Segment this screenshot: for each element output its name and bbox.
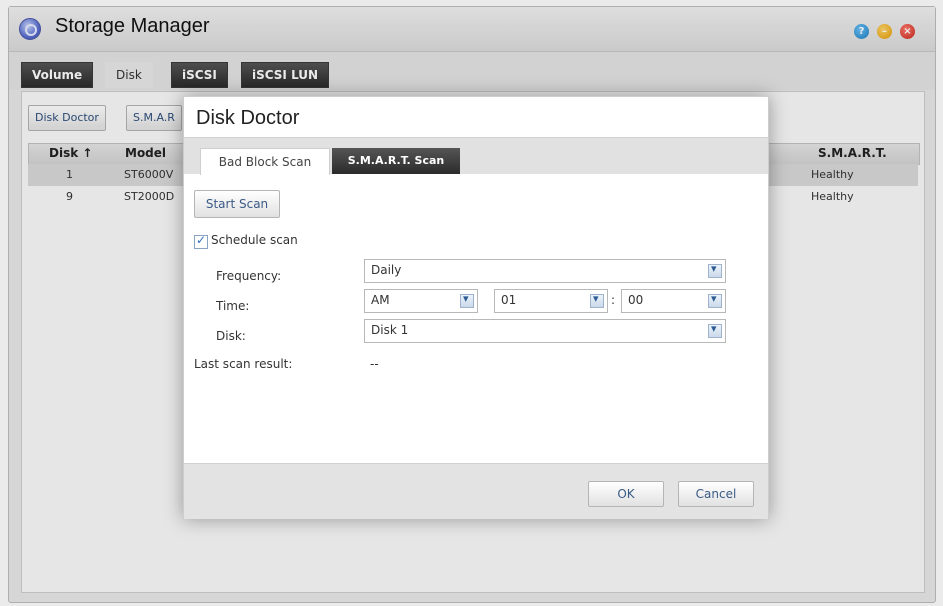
start-scan-button[interactable]: Start Scan — [194, 190, 280, 218]
minute-value: 00 — [628, 293, 644, 307]
chevron-down-icon[interactable] — [708, 292, 722, 308]
time-separator: : — [611, 293, 616, 307]
schedule-scan-label[interactable]: Schedule scan — [211, 233, 298, 247]
hour-value: 01 — [501, 293, 517, 307]
ok-button[interactable]: OK — [588, 481, 664, 507]
disk-value: Disk 1 — [371, 323, 409, 337]
chevron-down-icon[interactable] — [590, 292, 604, 308]
dialog-footer: OK Cancel — [184, 463, 768, 519]
time-label: Time: — [216, 299, 250, 313]
chevron-down-icon[interactable] — [708, 322, 722, 338]
frequency-select[interactable]: Daily — [364, 259, 726, 283]
chevron-down-icon[interactable] — [708, 262, 722, 278]
bad-block-scan-panel: Start Scan Schedule scan Frequency: Dail… — [184, 173, 768, 463]
dialog-tab-bar: Bad Block Scan S.M.A.R.T. Scan — [184, 137, 768, 175]
last-scan-result-label: Last scan result: — [194, 357, 293, 371]
chevron-down-icon[interactable] — [460, 292, 474, 308]
tab-smart-scan[interactable]: S.M.A.R.T. Scan — [332, 148, 460, 174]
hour-select[interactable]: 01 — [494, 289, 608, 313]
frequency-label: Frequency: — [216, 269, 282, 283]
disk-doctor-dialog: Disk Doctor Bad Block Scan S.M.A.R.T. Sc… — [183, 96, 769, 519]
ampm-value: AM — [371, 293, 390, 307]
disk-label: Disk: — [216, 329, 246, 343]
dialog-title: Disk Doctor — [196, 107, 300, 129]
schedule-scan-checkbox[interactable] — [194, 233, 208, 249]
ampm-select[interactable]: AM — [364, 289, 478, 313]
disk-select[interactable]: Disk 1 — [364, 319, 726, 343]
cancel-button[interactable]: Cancel — [678, 481, 754, 507]
tab-bad-block-scan[interactable]: Bad Block Scan — [200, 148, 330, 175]
frequency-value: Daily — [371, 263, 402, 277]
last-scan-result-value: -- — [370, 357, 379, 371]
minute-select[interactable]: 00 — [621, 289, 726, 313]
